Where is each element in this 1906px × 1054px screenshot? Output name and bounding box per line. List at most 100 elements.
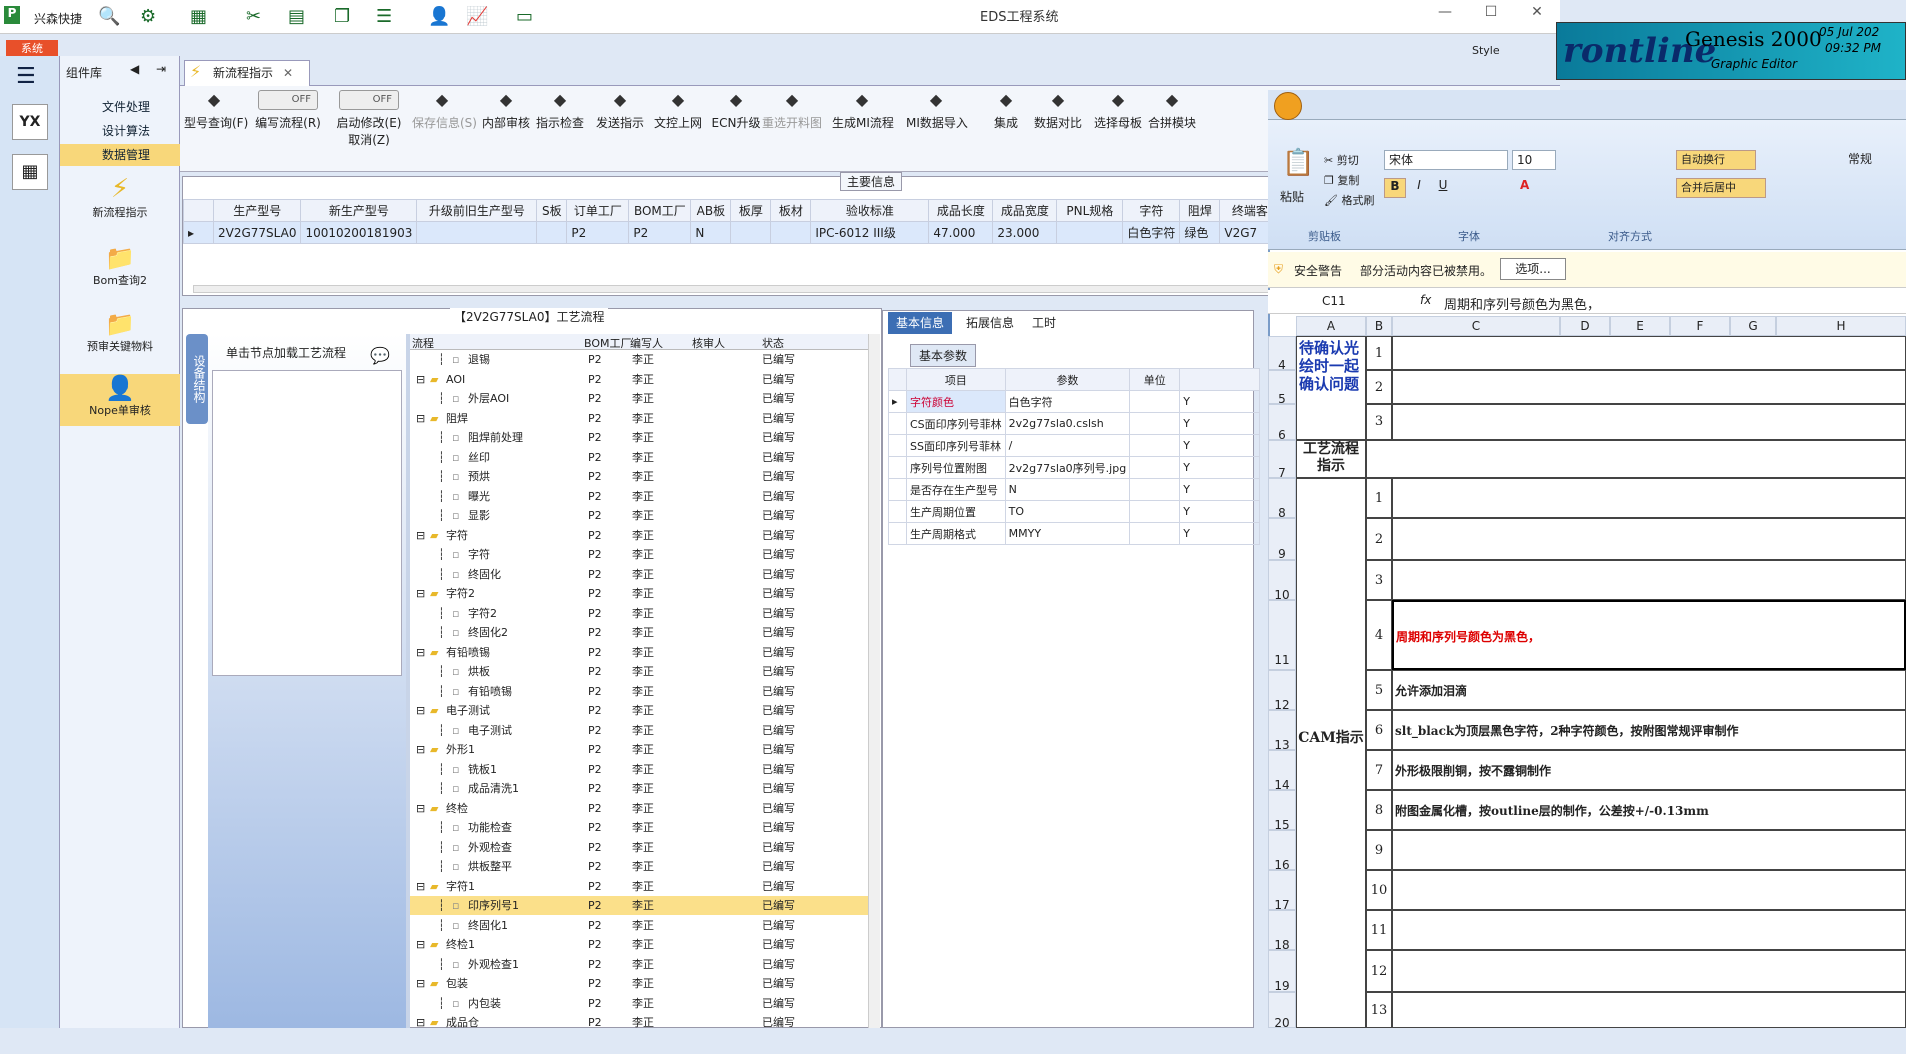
tab-work-hours[interactable]: 工时 (1024, 312, 1064, 334)
b-cam-cell[interactable]: 8 (1366, 790, 1392, 830)
row-header[interactable]: 12 (1268, 670, 1296, 712)
vertical-scrollbar[interactable] (868, 334, 880, 1028)
maximize-button[interactable]: ☐ (1476, 4, 1506, 26)
col-header-B[interactable]: B (1366, 316, 1392, 336)
b-cell[interactable]: 1 (1366, 336, 1392, 370)
tree-row[interactable]: ⊟ ▰ 成品仓 P2 李正 已编写 (410, 1013, 868, 1028)
merge-center-button[interactable]: 合并后居中 (1676, 178, 1766, 198)
expand-icon[interactable]: ⊟ (416, 526, 425, 545)
param-row[interactable]: 序列号位置附图 2v2g77sla0序列号.jpg Y (888, 456, 1260, 479)
col-header[interactable]: 订单工厂 (566, 199, 630, 222)
close-button[interactable]: ✕ (1522, 4, 1552, 26)
tree-col-header[interactable]: 流程 (412, 335, 434, 351)
tree-col-header[interactable]: 状态 (762, 335, 784, 351)
ribbon-gears-button[interactable]: ◆ 生成MI流程 (832, 90, 894, 131)
tree-row[interactable]: ┆ ▫ 终固化1 P2 李正 已编写 (410, 916, 868, 935)
tree-row[interactable]: ⊟ ▰ 字符2 P2 李正 已编写 (410, 584, 868, 603)
col-header[interactable]: 新生产型号 (300, 199, 418, 222)
chart-icon[interactable]: 📈 (466, 6, 488, 27)
b-cam-cell[interactable]: 11 (1366, 910, 1392, 950)
tree-row[interactable]: ┆ ▫ 功能检查 P2 李正 已编写 (410, 818, 868, 837)
subtab-basic-params[interactable]: 基本参数 (910, 344, 977, 367)
row-header[interactable]: 7 (1268, 440, 1296, 480)
tree-row[interactable]: ⊟ ▰ 终检1 P2 李正 已编写 (410, 935, 868, 954)
cam-text-cell[interactable] (1392, 560, 1906, 600)
a-cam-instruct[interactable]: CAM指示 (1296, 478, 1366, 1028)
tree-col-header[interactable]: 核审人 (692, 335, 725, 351)
tree-row[interactable]: ⊟ ▰ 外形1 P2 李正 已编写 (410, 740, 868, 759)
menu-icon[interactable]: ☰ (376, 6, 392, 27)
tree-row[interactable]: ┆ ▫ 烘板整平 P2 李正 已编写 (410, 857, 868, 876)
b-cell[interactable]: 2 (1366, 370, 1392, 404)
complib-item-data[interactable]: 数据管理 (60, 144, 180, 166)
b-cam-cell[interactable]: 5 (1366, 670, 1392, 710)
ribbon-toggle-off-button[interactable]: OFF 编写流程(R) (254, 90, 322, 131)
expand-icon[interactable]: ⊟ (416, 974, 425, 993)
tree-row[interactable]: ┆ ▫ 字符2 P2 李正 已编写 (410, 604, 868, 623)
row-header[interactable]: 11 (1268, 600, 1296, 670)
col-header[interactable]: AB板 (690, 199, 732, 222)
tree-col-header[interactable]: 编写人 (630, 335, 663, 351)
ribbon-list-button[interactable]: ◆ 合拼模块 (1142, 90, 1202, 131)
cam-text-cell[interactable]: 周期和序列号颜色为黑色， (1392, 600, 1906, 670)
a-process-flow[interactable]: 工艺流程指示 (1296, 440, 1366, 478)
hamburger-icon[interactable]: ☰ (16, 64, 36, 89)
ribbon-cloud-upload-button[interactable]: ◆ 文控上网 (648, 90, 708, 131)
expand-icon[interactable]: ⊟ (416, 740, 425, 759)
param-col-header[interactable]: 单位 (1129, 368, 1181, 391)
expand-icon[interactable]: ⊟ (416, 409, 425, 428)
yx-module-icon[interactable]: YX (12, 104, 48, 140)
row-header[interactable]: 14 (1268, 750, 1296, 792)
tree-row[interactable]: ┆ ▫ 终固化2 P2 李正 已编写 (410, 623, 868, 642)
tree-row[interactable]: ┆ ▫ 烘板 P2 李正 已编写 (410, 662, 868, 681)
col-header[interactable]: 升级前旧生产型号 (416, 199, 538, 222)
font-name-select[interactable]: 宋体 (1384, 150, 1508, 170)
c-cell[interactable] (1392, 370, 1906, 404)
cam-text-cell[interactable]: 外形极限削铜，按不露铜制作 (1392, 750, 1906, 790)
tree-row[interactable]: ┆ ▫ 退锡 P2 李正 已编写 (410, 350, 868, 369)
ribbon-image-button[interactable]: ◆ 重选开料图 (762, 90, 822, 131)
security-options-button[interactable]: 选项... (1500, 258, 1566, 280)
calculator-icon[interactable]: ▦ (12, 154, 48, 190)
row-header[interactable]: 15 (1268, 790, 1296, 832)
expand-icon[interactable]: ⊟ (416, 584, 425, 603)
cam-text-cell[interactable] (1392, 950, 1906, 992)
b-cam-cell[interactable]: 13 (1366, 992, 1392, 1028)
toggle-switch[interactable]: OFF (258, 90, 318, 110)
ribbon-search-button[interactable]: ◆ 型号查询(F) (184, 90, 248, 131)
scissors-icon[interactable]: ✂ (246, 6, 261, 27)
film-icon[interactable]: ▤ (288, 6, 305, 27)
tree-row[interactable]: ⊟ ▰ 字符 P2 李正 已编写 (410, 526, 868, 545)
grid-icon[interactable]: ▦ (190, 6, 207, 27)
system-tab[interactable]: 系统 (6, 40, 58, 56)
flow-tree[interactable]: 流程 BOM工厂 编写人 核审人 状态 ┆ ▫ 退锡 P2 李正 已编写 ⊟ ▰ AOI P2 李正 已编写 ┆ ▫… (410, 334, 868, 1028)
param-row[interactable]: SS面印序列号菲林 / Y (888, 434, 1260, 457)
param-col-header[interactable]: 参数 (1004, 368, 1131, 391)
underline-button[interactable]: U (1432, 178, 1454, 198)
col-header-G[interactable]: G (1730, 316, 1776, 336)
col-header[interactable]: 字符 (1122, 199, 1181, 222)
tree-row[interactable]: ┆ ▫ 显影 P2 李正 已编写 (410, 506, 868, 525)
row-header[interactable]: 4 (1268, 336, 1296, 372)
paste-label[interactable]: 粘贴 (1280, 188, 1304, 205)
ribbon-shuffle-button[interactable]: ◆ 选择母板 (1088, 90, 1148, 131)
col-header[interactable]: 成品宽度 (992, 199, 1058, 222)
ribbon-download-button[interactable]: ◆ 集成 (976, 90, 1036, 131)
tab-extended-info[interactable]: 拓展信息 (958, 312, 1022, 334)
param-row[interactable]: 生产周期位置 TO Y (888, 500, 1260, 523)
tree-row[interactable]: ┆ ▫ 丝印 P2 李正 已编写 (410, 448, 868, 467)
cam-text-cell[interactable] (1392, 910, 1906, 950)
ribbon-upload-button[interactable]: ◆ 发送指示 (590, 90, 650, 131)
col-header[interactable]: 生产型号 (212, 199, 302, 222)
row-header[interactable]: 9 (1268, 518, 1296, 561)
row-header[interactable]: 5 (1268, 370, 1296, 406)
tree-row[interactable]: ┆ ▫ 铣板1 P2 李正 已编写 (410, 760, 868, 779)
a-pending-confirm[interactable]: 待确认光绘时一起确认问题 (1296, 336, 1366, 440)
param-value[interactable]: 2v2g77sla0序列号.jpg (1004, 456, 1131, 479)
row-header[interactable]: 13 (1268, 710, 1296, 752)
settings-icon[interactable]: ⚙ (140, 6, 156, 27)
param-row[interactable]: CS面印序列号菲林 2v2g77sla0.cslsh Y (888, 412, 1260, 435)
tree-row[interactable]: ┆ ▫ 有铅喷锡 P2 李正 已编写 (410, 682, 868, 701)
device-structure-tab[interactable]: 设备结构 (186, 334, 208, 424)
tree-row[interactable]: ┆ ▫ 曝光 P2 李正 已编写 (410, 487, 868, 506)
